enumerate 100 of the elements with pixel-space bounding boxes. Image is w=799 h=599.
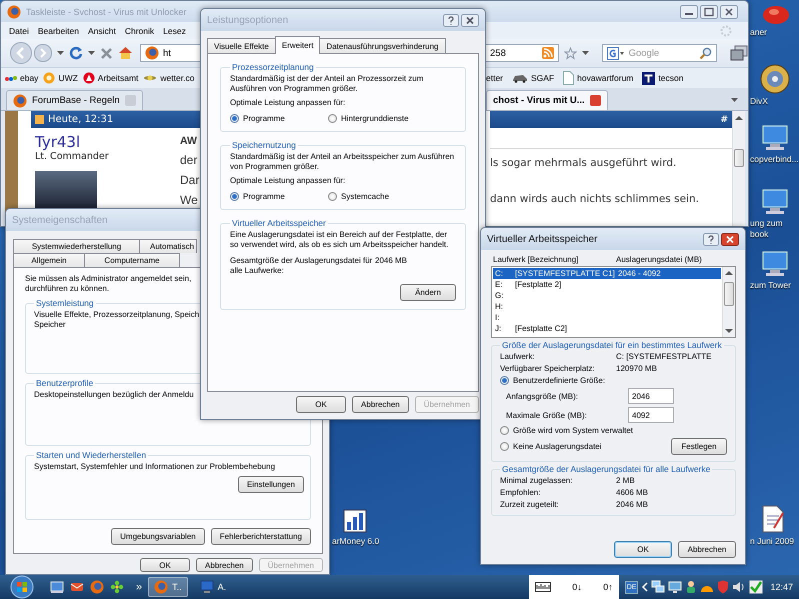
author-name[interactable]: Tyr43l	[35, 133, 180, 151]
radio-label[interactable]: Systemcache	[341, 192, 390, 201]
reload-icon[interactable]	[69, 46, 83, 60]
radio-button[interactable]	[328, 114, 337, 123]
radio-label[interactable]: Programme	[243, 114, 285, 123]
monitor-icon[interactable]	[668, 580, 682, 594]
desktop-icon-label[interactable]: zum Tower	[750, 280, 798, 291]
tab[interactable]: Datenausführungsverhinderung	[319, 38, 446, 53]
help-button[interactable]	[703, 232, 719, 246]
dialog-button[interactable]: Fehlerberichterstattung	[210, 528, 311, 545]
tab-close-icon[interactable]	[590, 95, 601, 106]
dialog-button[interactable]: OK	[140, 558, 190, 572]
drive-row[interactable]: E: [Festplatte 2]	[493, 279, 721, 290]
radio-button[interactable]	[230, 192, 239, 201]
document-icon[interactable]	[760, 504, 786, 534]
address-field[interactable]: 258	[486, 44, 559, 62]
overflow-button[interactable]: »	[136, 581, 142, 593]
post-anchor-link[interactable]: #	[720, 114, 728, 124]
tab[interactable]: Automatisch	[139, 239, 198, 253]
bookmark-link[interactable]: tecson	[642, 72, 684, 84]
maximize-button[interactable]	[700, 4, 718, 18]
scrollbar[interactable]	[732, 111, 745, 226]
stop-icon[interactable]	[100, 46, 113, 60]
address-field[interactable]: ht	[140, 44, 201, 62]
radio-label[interactable]: Programme	[243, 192, 285, 201]
bookmark-link[interactable]: Arbeitsamt	[82, 72, 138, 84]
bookmark-link[interactable]: SGAF	[512, 73, 554, 83]
bookmark-link[interactable]: etter	[486, 73, 504, 83]
menu-item[interactable]: Bearbeiten	[38, 26, 79, 36]
browser-tab[interactable]: chost - Virus mit U...	[486, 90, 608, 110]
menu-item[interactable]: Lesez	[163, 26, 186, 36]
speaker-icon[interactable]	[732, 581, 746, 593]
radio-button[interactable]	[500, 426, 509, 435]
scroll-thumb[interactable]	[734, 149, 744, 167]
computer-icon[interactable]	[760, 250, 790, 278]
menu-item[interactable]: Ansicht	[88, 26, 116, 36]
bookmark-link[interactable]: ebay	[5, 73, 38, 83]
start-button[interactable]	[8, 575, 36, 599]
dialog-button[interactable]: OK	[614, 541, 672, 558]
blob-icon[interactable]	[760, 3, 790, 25]
desktop-icon-label[interactable]: copverbind...	[750, 154, 798, 165]
drive-row[interactable]: I:	[493, 312, 721, 323]
drive-row[interactable]: G:	[493, 290, 721, 301]
caret-icon[interactable]	[57, 50, 64, 56]
radio-label[interactable]: Benutzerdefinierte Größe:	[513, 376, 606, 385]
dialog-button[interactable]: Umgebungsvariablen	[111, 528, 205, 545]
settings-button[interactable]: Einstellungen	[238, 476, 304, 493]
input-field[interactable]: 2046	[628, 388, 674, 404]
checkmark-icon[interactable]	[749, 580, 764, 594]
dialog-button[interactable]: Abbrechen	[678, 541, 736, 558]
minimize-button[interactable]	[680, 4, 698, 18]
star-icon[interactable]	[564, 46, 577, 60]
computer-icon[interactable]	[760, 188, 790, 216]
flower-icon[interactable]	[110, 580, 124, 594]
radio-label[interactable]: Größe wird vom System verwaltet	[513, 426, 634, 435]
scroll-thumb[interactable]	[724, 282, 734, 306]
close-button[interactable]	[720, 4, 738, 18]
scroll-up-icon[interactable]	[725, 270, 733, 276]
caret-icon[interactable]	[582, 50, 589, 56]
scrollbar[interactable]	[722, 267, 735, 337]
close-button[interactable]	[721, 232, 739, 246]
radio-button[interactable]	[328, 192, 337, 201]
search-engine-icon[interactable]	[606, 46, 625, 60]
tab[interactable]: Systemwiederherstellung	[13, 239, 140, 253]
radio-button[interactable]	[500, 376, 509, 385]
chart-icon[interactable]	[342, 508, 368, 534]
disc-icon[interactable]	[760, 64, 790, 94]
radio-label[interactable]: Hintergrunddienste	[341, 114, 409, 123]
dialog-button[interactable]: OK	[296, 396, 346, 413]
help-button[interactable]	[443, 14, 459, 26]
tab[interactable]: Allgemein	[13, 253, 85, 267]
chevron-icon[interactable]	[641, 582, 648, 592]
search-icon[interactable]	[699, 46, 712, 60]
desktop-icon-label[interactable]: arMoney 6.0	[332, 536, 380, 547]
network-icon[interactable]	[651, 580, 666, 594]
radio-button[interactable]	[500, 442, 509, 451]
desktop-icon-label[interactable]: ung zum book	[750, 218, 798, 240]
desktop-icon-label[interactable]: n Juni 2009	[750, 536, 798, 547]
taskbar-button[interactable]: T..	[148, 577, 188, 597]
close-button[interactable]	[461, 14, 479, 26]
menu-item[interactable]: Datei	[9, 26, 29, 36]
taskbar-button[interactable]: A.	[194, 577, 232, 597]
set-button[interactable]: Festlegen	[671, 438, 727, 455]
input-field[interactable]: 4092	[628, 407, 674, 423]
home-icon[interactable]	[118, 46, 133, 60]
tab[interactable]: Computername	[84, 253, 180, 267]
menu-item[interactable]: Chronik	[124, 26, 154, 36]
tab[interactable]: Erweitert	[274, 36, 320, 54]
caret-icon[interactable]	[88, 50, 95, 56]
bookmark-link[interactable]: UWZ	[43, 72, 78, 84]
browser-tab[interactable]: ForumBase - Regeln	[6, 90, 143, 110]
desktop-icon-label[interactable]: aner	[750, 27, 798, 38]
person-icon[interactable]	[685, 580, 698, 594]
tab[interactable]: Visuelle Effekte	[207, 38, 276, 53]
envelope-icon[interactable]	[70, 580, 84, 594]
bookmark-link[interactable]: wetter.co	[143, 72, 194, 84]
drive-row[interactable]: H:	[493, 301, 721, 312]
dialog-button[interactable]: Abbrechen	[196, 558, 253, 572]
radio-label[interactable]: Keine Auslagerungsdatei	[513, 442, 602, 451]
dialog-button[interactable]: Abbrechen	[352, 396, 409, 413]
